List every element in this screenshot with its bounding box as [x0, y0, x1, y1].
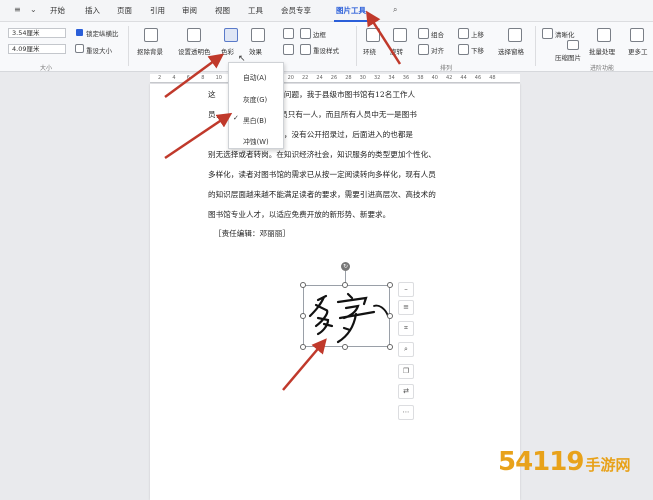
arrow-to-black-white — [164, 112, 233, 160]
mouse-cursor-icon: ↖ — [238, 54, 246, 64]
annotation-arrows — [164, 10, 402, 391]
arrow-to-picture-tools — [365, 10, 402, 65]
arrow-to-image — [282, 338, 327, 391]
arrow-to-color-button — [164, 53, 225, 99]
